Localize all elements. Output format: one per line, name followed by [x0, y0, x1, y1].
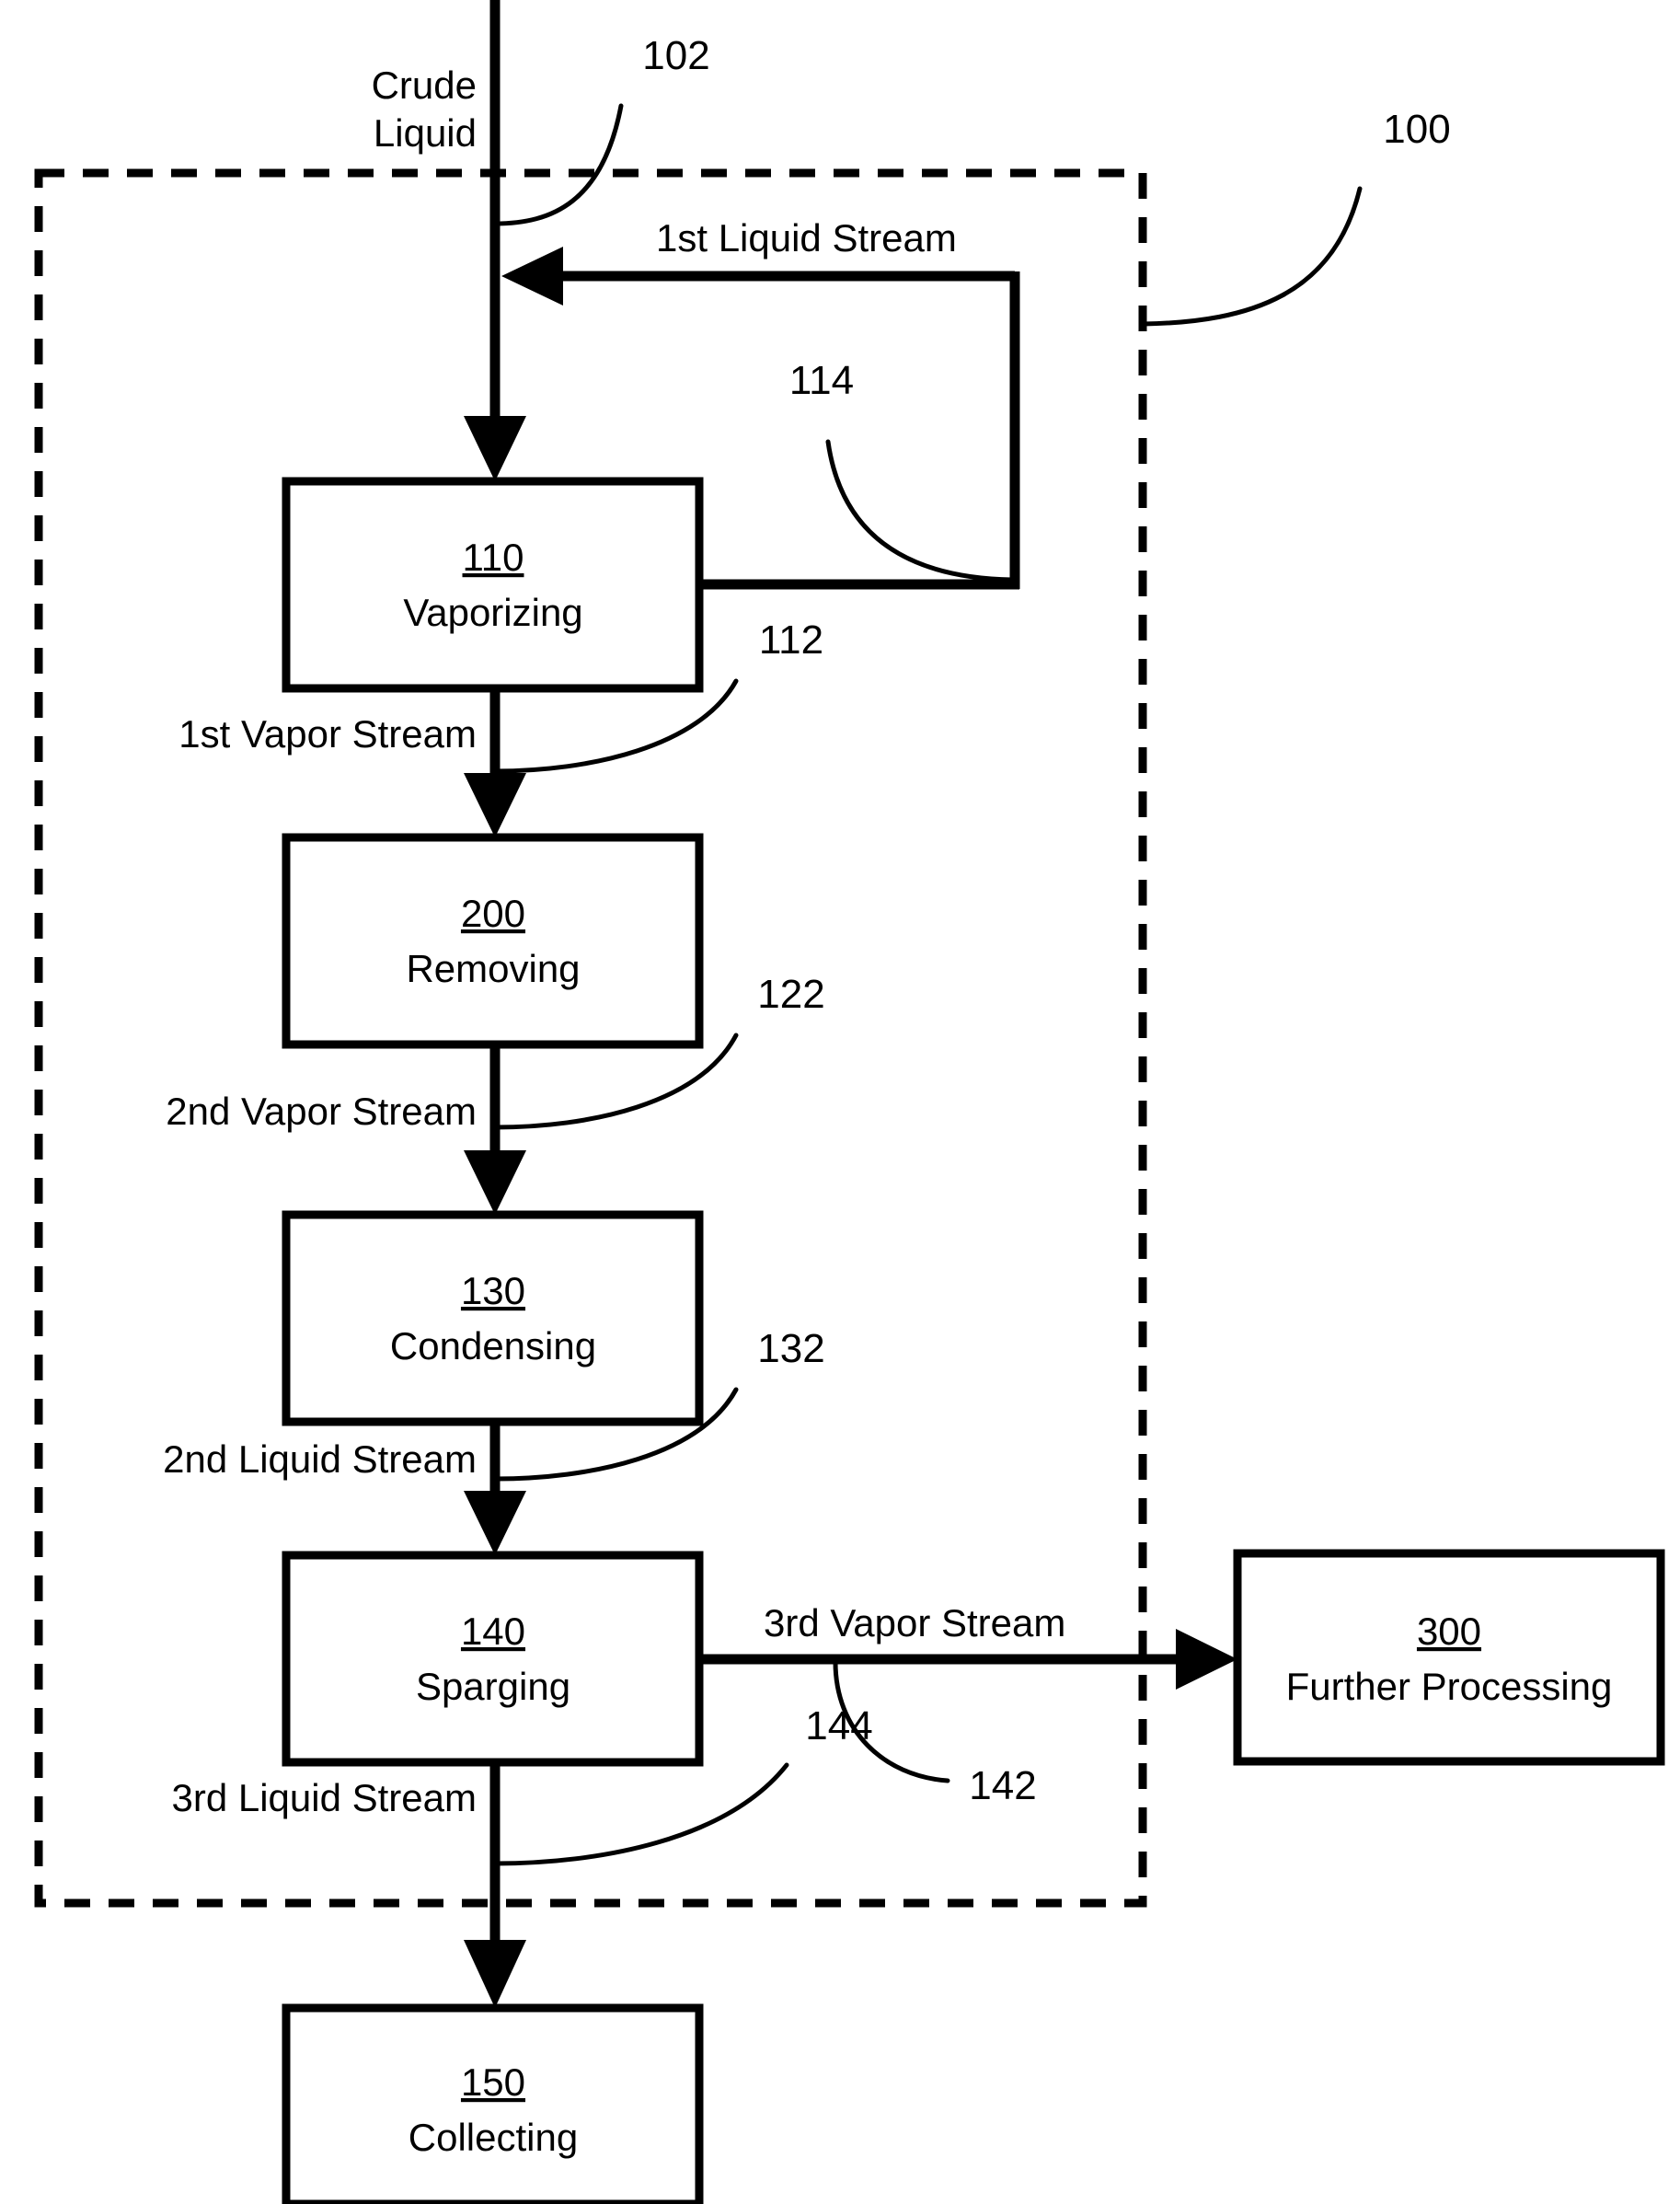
ref-144-label: 144: [805, 1703, 872, 1748]
process-box-sparging-ref: 140: [461, 1610, 525, 1653]
ref-122-label: 122: [757, 972, 824, 1017]
ref-112-leader-line: [492, 678, 739, 774]
second-vapor-stream-arrowhead: [464, 1150, 526, 1215]
third-liquid-stream-label: 3rd Liquid Stream: [171, 1776, 477, 1819]
ref-114-leader-line: [825, 439, 1015, 583]
process-box-sparging-title: Sparging: [416, 1665, 570, 1708]
ref-100-leader-line: [1141, 186, 1363, 327]
process-box-further-processing-ref: 300: [1417, 1610, 1481, 1653]
crude-liquid-label-line2: Liquid: [374, 111, 477, 155]
process-box-further-processing[interactable]: [1233, 1549, 1665, 1766]
second-vapor-stream-label: 2nd Vapor Stream: [166, 1090, 477, 1133]
third-vapor-stream-label: 3rd Vapor Stream: [764, 1601, 1065, 1644]
process-flow-diagram: Crude Liquid 102 1st Liquid Stream 114 1…: [0, 0, 1680, 2204]
ref-122-leader-line: [492, 1033, 739, 1130]
process-box-removing-title: Removing: [406, 947, 580, 990]
process-box-vaporizing-ref: 110: [463, 536, 524, 579]
first-vapor-stream-label: 1st Vapor Stream: [178, 712, 477, 756]
crude-liquid-arrowhead: [464, 416, 526, 481]
ref-100-label: 100: [1383, 107, 1450, 152]
process-box-removing-ref: 200: [461, 892, 525, 935]
ref-142-label: 142: [969, 1763, 1036, 1808]
process-box-condensing-title: Condensing: [390, 1324, 596, 1367]
process-box-condensing[interactable]: [282, 1210, 704, 1426]
second-liquid-stream-label: 2nd Liquid Stream: [163, 1437, 477, 1481]
ref-102-label: 102: [642, 33, 709, 78]
process-box-further-processing-title: Further Processing: [1286, 1665, 1613, 1708]
first-vapor-stream-arrowhead: [464, 773, 526, 837]
ref-112-label: 112: [759, 617, 823, 663]
process-box-collecting-ref: 150: [461, 2060, 525, 2104]
first-liquid-stream-label: 1st Liquid Stream: [656, 216, 957, 260]
crude-liquid-label-line1: Crude: [372, 63, 477, 107]
flow-diagram-canvas: Crude Liquid 102 1st Liquid Stream 114 1…: [34, 0, 1665, 2204]
process-box-sparging[interactable]: [282, 1551, 704, 1767]
process-box-vaporizing-title: Vaporizing: [403, 591, 582, 634]
second-liquid-stream-arrowhead: [464, 1491, 526, 1555]
third-liquid-stream-arrowhead: [464, 1940, 526, 2008]
ref-102-leader-line: [492, 103, 624, 226]
process-box-removing[interactable]: [282, 833, 704, 1049]
ref-132-label: 132: [757, 1326, 824, 1371]
third-vapor-stream-arrowhead: [1176, 1629, 1237, 1690]
process-box-vaporizing[interactable]: [282, 477, 704, 693]
process-box-collecting[interactable]: [282, 2003, 704, 2204]
process-box-condensing-ref: 130: [461, 1269, 525, 1312]
ref-114-label: 114: [789, 358, 854, 403]
process-box-collecting-title: Collecting: [408, 2116, 578, 2159]
ref-144-leader-line: [492, 1762, 789, 1866]
first-liquid-recycle-arrowhead: [501, 247, 563, 306]
